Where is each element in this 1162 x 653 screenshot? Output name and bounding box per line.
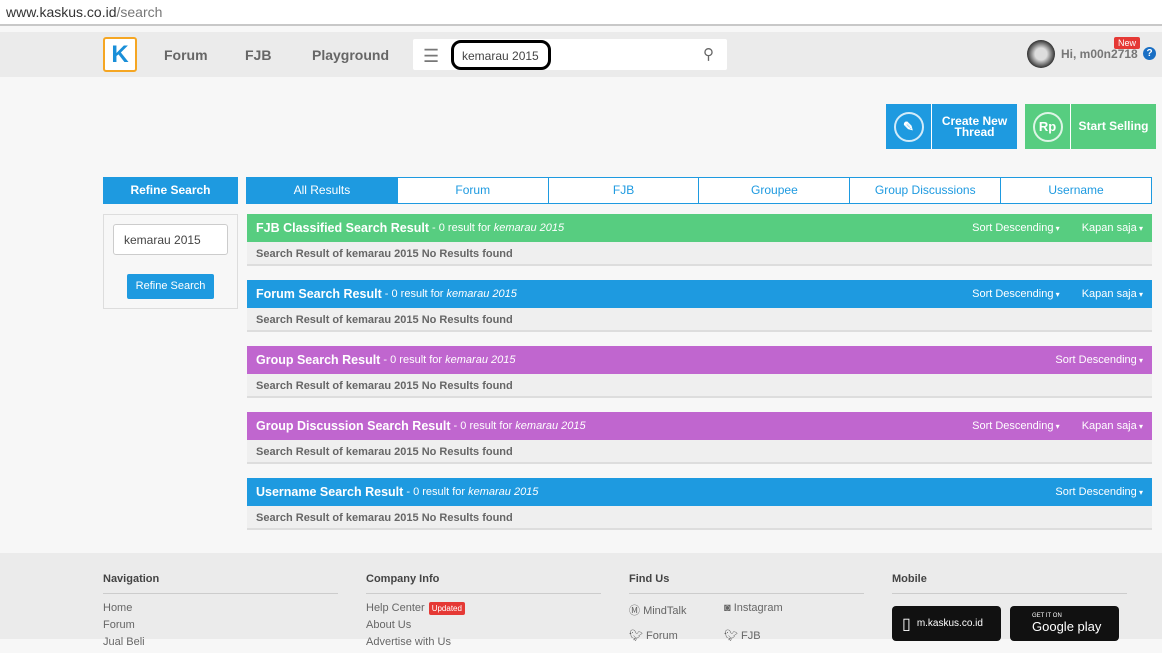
refine-search-input[interactable]: kemarau 2015 [113, 224, 228, 255]
footer-link-forum[interactable]: Forum [103, 619, 338, 636]
address-bar[interactable]: www.kaskus.co.id/search [0, 0, 1162, 26]
footer-link-twitter-forum[interactable]: 🐦︎ Forum [629, 629, 724, 642]
section-body: Search Result of kemarau 2015 No Results… [247, 242, 1152, 266]
nav-forum[interactable]: Forum [164, 47, 208, 63]
section-header: Username Search Result - 0 result for ke… [247, 478, 1152, 506]
footer-link-home[interactable]: Home [103, 602, 338, 619]
search-bar: ☰ kemarau 2015 ⚲ [413, 39, 727, 70]
updated-badge: Updated [428, 602, 465, 615]
sort-dropdown[interactable]: Sort Descending [1055, 354, 1143, 366]
footer-find-title: Find Us [629, 573, 864, 594]
sort-dropdown[interactable]: Sort Descending [1055, 486, 1143, 498]
footer-link-mindtalk[interactable]: Ⓜ MindTalk [629, 602, 724, 629]
result-query: kemarau 2015 [515, 420, 586, 432]
result-section: Group Discussion Search Result - 0 resul… [247, 412, 1152, 464]
rupiah-icon: Rp [1025, 104, 1071, 149]
section-body: Search Result of kemarau 2015 No Results… [247, 308, 1152, 332]
kaskus-logo[interactable]: K [103, 37, 137, 72]
start-selling-button[interactable]: Rp Start Selling [1025, 104, 1156, 149]
tab-username[interactable]: Username [1000, 177, 1152, 204]
twitter-icon: 🐦︎ [629, 630, 647, 642]
footer-link-twitter-fjb[interactable]: 🐦︎ FJB [724, 629, 819, 642]
section-title: FJB Classified Search Result [256, 221, 429, 235]
avatar[interactable] [1027, 40, 1055, 68]
result-count: - 0 result for [450, 420, 516, 432]
footer: Navigation Home Forum Jual Beli Company … [0, 553, 1162, 648]
refine-search-button[interactable]: Refine Search [127, 274, 214, 299]
tab-groupee[interactable]: Groupee [698, 177, 851, 204]
section-header: Group Discussion Search Result - 0 resul… [247, 412, 1152, 440]
search-input[interactable]: kemarau 2015 [451, 40, 551, 70]
section-title: Group Search Result [256, 353, 381, 367]
new-badge: New [1114, 37, 1141, 49]
result-query: kemarau 2015 [446, 288, 517, 300]
nav-playground[interactable]: Playground [312, 47, 389, 63]
user-greeting[interactable]: Hi, m00n2718 [1061, 47, 1138, 61]
result-section: Forum Search Result - 0 result for kemar… [247, 280, 1152, 332]
refine-search-header: Refine Search [103, 177, 238, 204]
result-query: kemarau 2015 [445, 354, 516, 366]
help-icon[interactable]: ? [1143, 47, 1156, 60]
section-title: Group Discussion Search Result [256, 419, 451, 433]
result-section: FJB Classified Search Result - 0 result … [247, 214, 1152, 266]
result-count: - 0 result for [428, 222, 494, 234]
google-play-button[interactable]: GET IT ON Google play [1010, 606, 1119, 641]
result-count: - 0 result for [403, 486, 469, 498]
time-dropdown[interactable]: Kapan saja [1082, 222, 1143, 234]
result-query: kemarau 2015 [468, 486, 539, 498]
sort-dropdown[interactable]: Sort Descending [972, 288, 1060, 300]
tab-fjb[interactable]: FJB [547, 177, 700, 204]
footer-navigation-title: Navigation [103, 573, 338, 594]
result-section: Username Search Result - 0 result for ke… [247, 478, 1152, 530]
time-dropdown[interactable]: Kapan saja [1082, 420, 1143, 432]
footer-company-title: Company Info [366, 573, 601, 594]
mobile-site-button[interactable]: ▯ m.kaskus.co.id [892, 606, 1001, 641]
menu-icon[interactable]: ☰ [423, 46, 439, 67]
footer-link-about-us[interactable]: About Us [366, 619, 601, 636]
result-count: - 0 result for [380, 354, 446, 366]
section-title: Username Search Result [256, 485, 404, 499]
url-host: www.kaskus.co.id [6, 4, 117, 20]
twitter-icon: 🐦︎ [724, 630, 742, 642]
section-header: Forum Search Result - 0 result for kemar… [247, 280, 1152, 308]
create-thread-button[interactable]: ✎ Create New Thread [886, 104, 1017, 149]
search-icon[interactable]: ⚲ [703, 45, 714, 63]
result-query: kemarau 2015 [493, 222, 565, 234]
start-selling-label: Start Selling [1078, 119, 1149, 133]
result-count: - 0 result for [381, 288, 447, 300]
section-header: Group Search Result - 0 result for kemar… [247, 346, 1152, 374]
refine-search-panel: kemarau 2015 Refine Search [103, 214, 238, 309]
pencil-icon: ✎ [886, 104, 932, 149]
section-title: Forum Search Result [256, 287, 382, 301]
nav-fjb[interactable]: FJB [245, 47, 271, 63]
result-section: Group Search Result - 0 result for kemar… [247, 346, 1152, 398]
top-nav: K Forum FJB Playground ☰ kemarau 2015 ⚲ … [0, 32, 1162, 77]
tab-forum[interactable]: Forum [396, 177, 549, 204]
tab-all-results[interactable]: All Results [246, 177, 398, 204]
url-path: /search [116, 4, 163, 20]
footer-link-help-center[interactable]: Help Center [366, 602, 425, 614]
section-body: Search Result of kemarau 2015 No Results… [247, 440, 1152, 464]
time-dropdown[interactable]: Kapan saja [1082, 288, 1143, 300]
phone-icon: ▯ [902, 615, 911, 633]
tab-group-discussions[interactable]: Group Discussions [849, 177, 1002, 204]
sort-dropdown[interactable]: Sort Descending [972, 420, 1060, 432]
footer-mobile-title: Mobile [892, 573, 1127, 594]
result-tabs: All Results Forum FJB Groupee Group Disc… [246, 177, 1152, 204]
section-body: Search Result of kemarau 2015 No Results… [247, 374, 1152, 398]
mindtalk-icon: Ⓜ [629, 605, 644, 617]
section-header: FJB Classified Search Result - 0 result … [247, 214, 1152, 242]
create-thread-label: Create New Thread [941, 113, 1008, 139]
footer-link-instagram[interactable]: ◙ Instagram [724, 602, 819, 629]
sort-dropdown[interactable]: Sort Descending [972, 222, 1060, 234]
instagram-icon: ◙ [724, 602, 734, 614]
section-body: Search Result of kemarau 2015 No Results… [247, 506, 1152, 530]
